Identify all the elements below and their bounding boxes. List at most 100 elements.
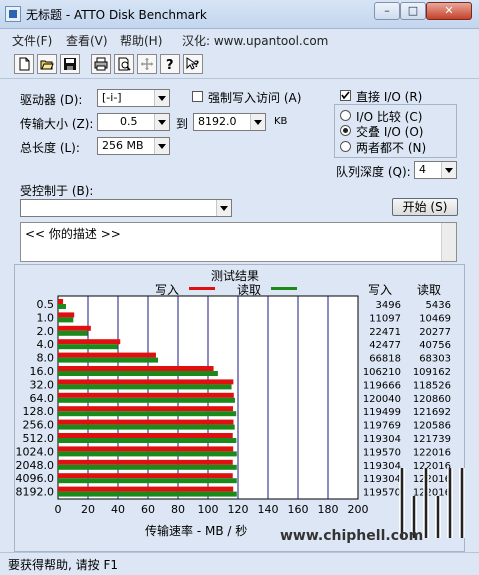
write-bar (58, 299, 64, 304)
chevron-down-icon (216, 200, 231, 216)
drive-label: 驱动器 (D): (20, 93, 83, 107)
y-tick-label: 2.0 (37, 325, 55, 338)
force-write-checkbox[interactable] (192, 91, 203, 102)
write-bar (58, 446, 234, 452)
write-bar (58, 486, 234, 492)
x-tick-label: 100 (198, 503, 219, 516)
transfer-from-value: 0.5 (120, 115, 138, 128)
checkmark-icon (341, 91, 350, 100)
x-tick-label: 40 (111, 503, 125, 516)
direct-io-checkbox[interactable] (340, 90, 351, 101)
y-tick-label: 16.0 (30, 365, 55, 378)
write-bar (58, 459, 233, 465)
read-value: 40756 (419, 340, 451, 351)
y-tick-label: 1.0 (37, 311, 55, 324)
read-value: 121692 (413, 407, 451, 418)
neither-radio[interactable] (340, 141, 351, 152)
read-bar (58, 397, 235, 403)
queue-depth-label: 队列深度 (Q): (336, 165, 411, 179)
chevron-down-icon (250, 114, 265, 130)
transfer-to-value: 8192.0 (198, 115, 237, 128)
write-bar (58, 433, 233, 438)
x-tick-label: 160 (288, 503, 309, 516)
overlap-io-radio[interactable] (340, 125, 351, 136)
transfer-to-select[interactable]: 8192.0 (193, 113, 266, 131)
read-value: 118526 (413, 380, 451, 391)
force-write-label: 强制写入访问 (A) (208, 91, 302, 105)
write-value: 106210 (363, 367, 401, 378)
write-value: 119769 (363, 421, 401, 432)
print-preview-icon[interactable] (114, 54, 134, 74)
write-bar (58, 325, 91, 331)
maximize-button[interactable]: □ (400, 2, 426, 20)
help-icon[interactable]: ? (160, 54, 180, 74)
queue-depth-value: 4 (419, 163, 426, 176)
svg-text:?: ? (166, 58, 174, 71)
write-value: 3496 (376, 300, 401, 311)
to-label: 到 (176, 117, 189, 131)
read-value: 5436 (426, 300, 451, 311)
close-button[interactable]: ✕ (426, 2, 472, 20)
write-bar (58, 379, 234, 385)
new-file-icon[interactable] (14, 54, 34, 74)
total-length-value: 256 MB (102, 139, 144, 152)
x-tick-label: 80 (171, 503, 185, 516)
y-tick-label: 32.0 (30, 378, 55, 391)
write-bar (58, 339, 121, 345)
write-bar (58, 406, 234, 412)
read-value: 109162 (413, 367, 451, 378)
write-value: 22471 (369, 327, 401, 338)
queue-depth-select[interactable]: 4 (414, 161, 457, 179)
x-tick-label: 140 (258, 503, 279, 516)
move-icon[interactable] (137, 54, 157, 74)
total-length-label: 总长度 (L): (20, 141, 80, 155)
read-bar (58, 317, 74, 323)
read-bar (58, 304, 66, 309)
chevron-down-icon (154, 90, 169, 106)
total-length-select[interactable]: 256 MB (97, 137, 170, 155)
description-textarea[interactable]: << 你的描述 >> (20, 222, 457, 262)
y-tick-label: 64.0 (30, 392, 55, 405)
read-value: 120586 (413, 421, 451, 432)
start-button[interactable]: 开始 (S) (392, 198, 458, 216)
x-axis-label: 传输速率 - MB / 秒 (145, 524, 248, 538)
io-compare-radio[interactable] (340, 110, 351, 121)
read-bar (58, 478, 237, 484)
x-tick-label: 200 (348, 503, 369, 516)
write-bar (58, 352, 156, 358)
drive-value: [-i-] (102, 91, 122, 104)
menu-help[interactable]: 帮助(H) (120, 32, 162, 49)
menu-file[interactable]: 文件(F) (12, 32, 52, 49)
open-folder-icon[interactable] (37, 54, 57, 74)
description-scrollbar[interactable] (441, 223, 456, 261)
menu-sinicize[interactable]: 汉化: www.upantool.com (182, 32, 328, 49)
read-bar (58, 344, 118, 350)
drive-select[interactable]: [-i-] (97, 89, 170, 107)
print-icon[interactable] (91, 54, 111, 74)
context-help-icon[interactable]: ? (183, 54, 203, 74)
read-bar (58, 357, 159, 363)
transfer-size-label: 传输大小 (Z): (20, 117, 94, 131)
x-tick-label: 120 (228, 503, 249, 516)
read-bar (58, 451, 237, 457)
write-value: 42477 (369, 340, 401, 351)
write-bar (58, 473, 233, 479)
read-value: 20277 (419, 327, 451, 338)
write-bar (58, 392, 234, 398)
svg-text:?: ? (194, 60, 199, 70)
transfer-from-select[interactable]: 0.5 (97, 113, 170, 131)
y-tick-label: 0.5 (37, 298, 55, 311)
app-icon (5, 6, 21, 22)
controlled-by-select[interactable] (20, 199, 232, 217)
save-icon[interactable] (60, 54, 80, 74)
y-tick-label: 512.0 (23, 432, 55, 445)
y-tick-label: 4096.0 (16, 472, 55, 485)
minimize-button[interactable]: – (374, 2, 400, 20)
write-value: 66818 (369, 354, 401, 365)
menu-view[interactable]: 查看(V) (66, 32, 108, 49)
read-bar (58, 491, 237, 497)
write-value: 119666 (363, 380, 401, 391)
read-value: 10469 (419, 313, 451, 324)
write-bar (58, 312, 75, 318)
y-tick-label: 2048.0 (16, 459, 55, 472)
